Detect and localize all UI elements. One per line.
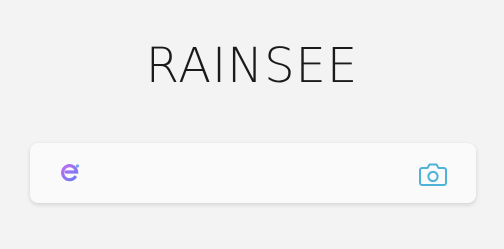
search-engine-icon[interactable]	[58, 161, 82, 185]
search-bar[interactable]	[30, 143, 476, 203]
browser-logo-text: RAINSEE	[145, 38, 359, 94]
search-input[interactable]	[100, 157, 404, 191]
camera-icon[interactable]	[418, 161, 448, 187]
